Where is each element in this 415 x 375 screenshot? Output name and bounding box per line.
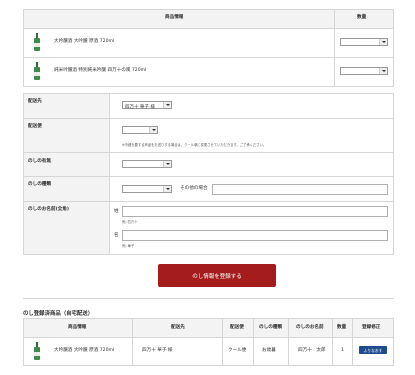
- surname-example: 例) 四万十: [122, 220, 138, 224]
- delivery-label: 配送先: [28, 99, 42, 104]
- given-name-input[interactable]: [122, 230, 388, 241]
- col-header-product: 商品情報: [68, 325, 87, 330]
- col-header-noshi-name: のしのお名前: [296, 325, 324, 330]
- col-header-noshi-type: のしの種類: [259, 325, 282, 330]
- shipping-select[interactable]: [122, 126, 158, 134]
- noshi-name-label: のしのお名前(全角): [28, 207, 69, 212]
- surname-input[interactable]: [122, 206, 388, 217]
- col-header-qty: 数量: [337, 325, 347, 330]
- qty-header-label: 数量: [357, 15, 367, 20]
- shipping-note: ※冷蔵を要する商品をお送りする場合は、クール便に変更させていただきます。ご了承く…: [122, 143, 267, 147]
- bottle-thumbnail-icon: [33, 342, 41, 360]
- quantity-select[interactable]: [340, 67, 388, 75]
- registered-qty: 1: [341, 348, 344, 353]
- registered-delivery: 四万十 華子 様: [142, 348, 173, 353]
- surname-label: 姓: [114, 209, 119, 214]
- shipping-label: 配送便: [28, 124, 42, 129]
- registered-noshi-type: お歳暮: [262, 348, 276, 353]
- noshi-type-label: のしの種類: [28, 182, 51, 187]
- given-name-label: 名: [114, 233, 119, 238]
- given-name-example: 例) 華子: [122, 244, 135, 248]
- noshi-use-label: のしの有無: [28, 159, 51, 164]
- registered-product-name: 大吟醸酒 大吟醸 原酒 720ml: [54, 348, 115, 353]
- noshi-other-input[interactable]: [212, 184, 388, 195]
- delivery-select-value: 四万十 華子 様: [125, 104, 155, 110]
- col-header-delivery: 配送先: [171, 325, 185, 330]
- register-noshi-button-label: のし情報を登録する: [192, 274, 242, 280]
- registered-noshi-name: 四万十 太郎: [298, 348, 326, 353]
- bottle-thumbnail-icon: [33, 33, 41, 51]
- noshi-type-select[interactable]: [122, 185, 172, 193]
- product-name: 純米吟醸酒 特別純米吟醸 四万十の風 720ml: [54, 68, 147, 73]
- registered-section-title: のし登録済商品（自宅配送）: [23, 311, 94, 317]
- product-table-header: [24, 10, 393, 28]
- col-header-shipping: 配送便: [230, 325, 244, 330]
- product-name: 大吟醸酒 大吟醸 原酒 720ml: [54, 39, 115, 44]
- product-header-label: 商品情報: [165, 15, 184, 20]
- noshi-use-select[interactable]: [122, 160, 172, 168]
- col-header-edit: 登録修正: [362, 325, 381, 330]
- delivery-select[interactable]: 四万十 華子 様: [122, 101, 172, 110]
- noshi-other-label: その他の場合: [180, 186, 208, 191]
- reassign-button-label: ふりなおす: [363, 348, 383, 353]
- registered-shipping: クール便: [228, 348, 247, 353]
- bottle-thumbnail-icon: [33, 62, 41, 80]
- quantity-select[interactable]: [340, 38, 388, 46]
